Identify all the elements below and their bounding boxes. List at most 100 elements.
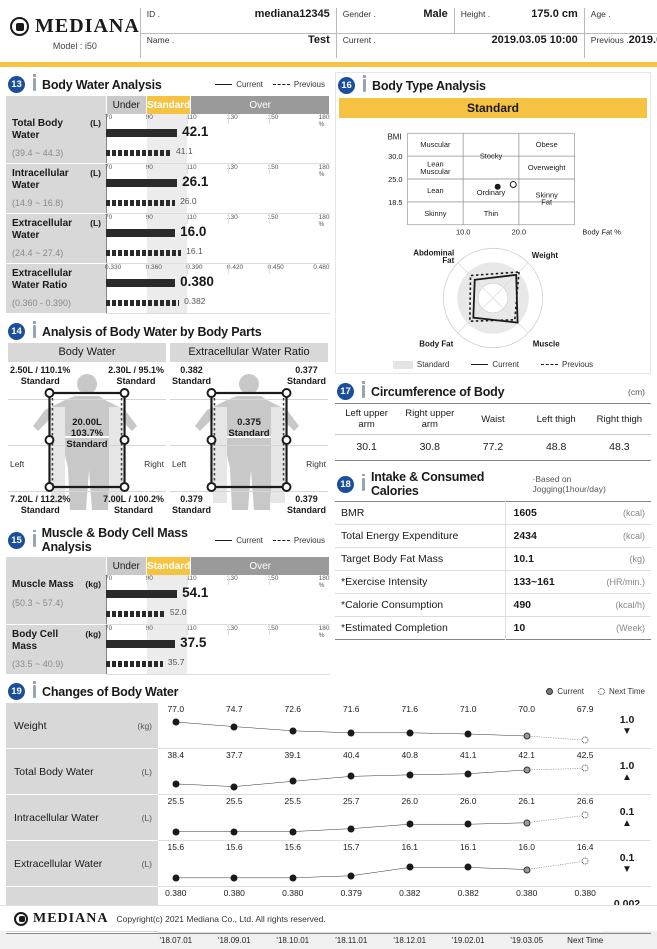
- legend-current-line-icon: [215, 539, 233, 541]
- info-icon: [33, 74, 36, 91]
- patient-info-row-1: ID . mediana12345 Gender . Male Height .…: [141, 8, 657, 33]
- trend-row-label: Extracellular Water (L): [6, 841, 158, 887]
- axis-ticks: 0.330 0.360 0.390 0.420 0.450 0.480: [105, 264, 330, 274]
- field-previous: Previous . 2019.02.01 09:00: [585, 34, 657, 59]
- current-value: 37.5: [180, 635, 207, 650]
- axis-gridline: [268, 114, 270, 124]
- radar-legend: Standard Current Previous: [336, 358, 650, 373]
- footer-brand: MEDIANA: [14, 911, 108, 927]
- bar-row-range: (33.5 ~ 40.9): [12, 659, 64, 669]
- trend-point-marker: [347, 825, 355, 833]
- legend-standard-label: Standard: [416, 360, 450, 369]
- legend-current: Current: [471, 360, 519, 369]
- trend-x-label: '18.11.01: [335, 936, 368, 945]
- circumference-value-row: 30.1 30.8 77.2 48.8 48.3: [335, 434, 651, 461]
- trend-delta-arrow-icon: ▲: [622, 772, 632, 783]
- axis-ticks: 70 90 110 130 150 180 %: [105, 114, 330, 128]
- trend-row-unit: (L): [141, 812, 152, 823]
- bar-row-label-cell: Body Cell Mass (kg) (33.5 ~ 40.9): [6, 624, 106, 675]
- current-bar: [106, 640, 176, 648]
- trend-point-label: 26.1: [518, 796, 535, 806]
- band-standard: Standard: [146, 96, 192, 114]
- radar-label-weight: Weight: [532, 251, 559, 260]
- trend-line-next: [527, 768, 585, 770]
- trend-series-row: 38.4 37.7 39.1 40.4 40.8 41.1 42.1 42.5: [158, 749, 603, 795]
- axis-gridline: [227, 214, 229, 224]
- trend-delta-cell: 0.1 ▼: [603, 841, 651, 887]
- calories-table: BMR 1605 (kcal) Total Energy Expenditure 243…: [335, 501, 651, 640]
- bmi-cell-label: Overweight: [528, 163, 567, 172]
- trend-point-marker: [230, 874, 238, 882]
- axis-ticks: 70 90 110 130 150 180 %: [105, 625, 330, 639]
- section-intake-consumed-calories: 18 Intake & Consumed Calories ·Based on …: [335, 466, 651, 640]
- axis-gridline: [146, 575, 148, 585]
- current-bar: [106, 590, 178, 598]
- trend-point-marker: [406, 771, 414, 779]
- section-18-title-bar: 18 Intake & Consumed Calories ·Based on …: [335, 466, 651, 501]
- legend-next-time: Next Time: [597, 687, 645, 696]
- axis-ticks: 70 90 110 130 150 180 %: [105, 164, 330, 178]
- trend-point-label: 71.0: [459, 704, 477, 714]
- bar-row-name: Extracellular Water: [12, 218, 73, 241]
- axis-gridline: [227, 625, 229, 635]
- bar-row-name: Extracellular Water Ratio: [12, 268, 73, 291]
- axis-tick: 70: [105, 114, 113, 121]
- field-gender: Gender . Male: [337, 8, 455, 33]
- previous-value: 0.382: [184, 296, 206, 306]
- body-water-bar-table: Under Standard Over Total Body Water (L) (39.…: [6, 96, 330, 314]
- legend-current: Current: [215, 536, 263, 545]
- section-14-badge: 14: [8, 323, 25, 340]
- trend-point-marker: [464, 820, 472, 828]
- trend-x-axis-labels: '18.07.01 '18.09.01 '18.10.01 '18.11.01 '18.…: [158, 934, 603, 949]
- trend-point-label: 25.5: [284, 796, 302, 806]
- trend-line-svg: [158, 749, 603, 795]
- muscle-mass-bar-table: Under Standard Over Muscle Mass (kg) (50.3 ~ …: [6, 557, 330, 675]
- trend-point-marker: [347, 872, 355, 880]
- calories-asterisk: *: [341, 576, 346, 588]
- info-icon: [362, 473, 365, 491]
- trunk-value: 20.00L 103.7% Standard: [66, 417, 108, 450]
- axis-gridline: [268, 575, 270, 585]
- bmi-bodyfat-scatter-chart: BMI Muscular Lean Muscular Lean Skinny Stocky O…: [336, 122, 650, 240]
- body-part-diagram-body-water: 2.50L / 110.1% Standard 2.30L / 95.1% Stand…: [8, 365, 166, 515]
- bar-row-label-cell: Extracellular Water (L) (24.4 ~ 27.4): [6, 213, 106, 264]
- legend-current-dot-icon: [546, 688, 554, 695]
- trend-row-name: Intracellular Water: [14, 811, 99, 824]
- legend-current-label: Current: [492, 360, 520, 369]
- trend-delta-arrow-icon: ▼: [622, 726, 632, 737]
- axis-tick: 0.330: [105, 264, 122, 271]
- trend-delta-cell: 1.0 ▲: [603, 749, 651, 795]
- axis-gridline: [227, 114, 229, 124]
- trend-delta-cell: 0.1 ▲: [603, 795, 651, 841]
- bar-chart-row: Intracellular Water (L) (14.9 ~ 16.8) 70 90 1…: [6, 163, 330, 214]
- trend-point-marker: [172, 780, 180, 788]
- trend-point-marker: [230, 783, 238, 791]
- trend-row-unit: (kg): [137, 720, 152, 731]
- band-under: Under: [106, 557, 147, 575]
- field-gender-value: Male: [423, 8, 448, 20]
- current-bar: [106, 179, 178, 187]
- axis-gridline: [187, 164, 189, 174]
- field-previous-value: 2019.02.01 09:00: [628, 33, 657, 46]
- legend-previous: Previous: [272, 536, 325, 545]
- axis-gridline: [227, 575, 229, 585]
- trend-x-label: Next Time: [567, 936, 604, 945]
- trend-point-label: 67.9: [576, 704, 594, 714]
- axis-gridline: [268, 625, 270, 635]
- bar-chart-row: Total Body Water (L) (39.4 ~ 44.3) 70 90 110 1…: [6, 114, 330, 164]
- trend-point-marker: [464, 863, 472, 871]
- bar-row-unit: (L): [90, 118, 101, 128]
- legend-current-line-icon: [215, 84, 233, 85]
- axis-gridline: [146, 214, 148, 224]
- calories-row: BMR 1605 (kcal): [335, 501, 651, 525]
- current-value: 16.0: [180, 224, 207, 239]
- current-value: 26.1: [182, 174, 209, 189]
- current-bar-row: 54.1: [106, 585, 330, 606]
- trend-point-label: 25.5: [226, 796, 243, 806]
- body-part-diagram-ecw-ratio: 0.382 Standard 0.377 Standard 0.375 Standard L…: [170, 365, 328, 515]
- bmi-cell-label: Skinny: [424, 209, 447, 218]
- mediana-logo-icon: [10, 17, 29, 36]
- field-gender-label: Gender .: [342, 9, 376, 19]
- trend-point-label: 42.5: [576, 750, 594, 760]
- trend-point-marker: [172, 718, 180, 726]
